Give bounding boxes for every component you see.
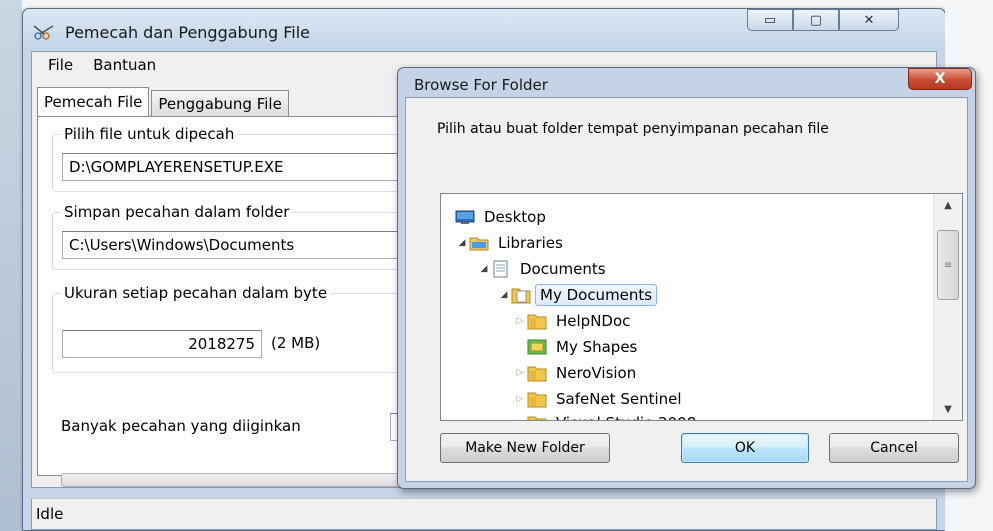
folder-icon (527, 314, 547, 330)
tree-label: Documents (520, 260, 606, 278)
tree-item-nerovision[interactable]: ▷ NeroVision (513, 360, 641, 386)
tab-pemecah-file[interactable]: Pemecah File (37, 87, 150, 116)
desktop-background (0, 0, 22, 531)
caption-buttons: ▭ ▢ ✕ (747, 9, 899, 33)
tree-item-visual-studio-2008[interactable]: ▷ Visual Studio 2008 (513, 410, 701, 420)
tree-label: Desktop (484, 208, 546, 226)
scissors-app-icon (33, 25, 54, 40)
browse-folder-dialog: Browse For Folder X Pilih atau buat fold… (397, 67, 976, 489)
main-titlebar[interactable]: Pemecah dan Penggabung File ▭ ▢ ✕ (23, 9, 945, 51)
dialog-description: Pilih atau buat folder tempat penyimpana… (437, 121, 829, 137)
tree-item-my-shapes[interactable]: My Shapes (527, 334, 642, 360)
maximize-button[interactable]: ▢ (793, 9, 839, 31)
chunk-size-unit: (2 MB) (271, 334, 321, 352)
tree-label: HelpNDoc (556, 312, 631, 330)
pick-file-legend: Pilih file untuk dipecah (61, 124, 238, 144)
menu-bantuan[interactable]: Bantuan (83, 56, 166, 74)
folder-tree[interactable]: Desktop ◢ Libraries ◢ Documents ◢ My Doc… (440, 193, 963, 421)
documents-icon (493, 260, 508, 278)
tab-strip: Pemecah File Penggabung File (37, 87, 291, 116)
close-button[interactable]: ✕ (839, 9, 899, 31)
make-new-folder-button[interactable]: Make New Folder (440, 433, 610, 463)
tree-label: Visual Studio 2008 (551, 412, 701, 420)
tree-item-safenet-sentinel[interactable]: ▷ SafeNet Sentinel (513, 386, 687, 412)
collapsed-arrow-icon[interactable]: ▷ (513, 368, 527, 378)
expanded-arrow-icon[interactable]: ◢ (497, 290, 511, 300)
minimize-button[interactable]: ▭ (747, 9, 793, 31)
chunk-size-group: Ukuran setiap pecahan dalam byte 2018275… (52, 283, 422, 373)
tree-label: Libraries (498, 234, 563, 252)
my-documents-icon (511, 288, 531, 304)
scroll-down-arrow-icon[interactable]: ▼ (934, 398, 962, 420)
tree-item-helpndoc[interactable]: ▷ HelpNDoc (513, 308, 635, 334)
folder-icon (527, 366, 547, 382)
tree-item-my-documents[interactable]: ◢ My Documents (497, 282, 658, 308)
tab-penggabung-file[interactable]: Penggabung File (151, 90, 289, 116)
cancel-button[interactable]: Cancel (829, 433, 959, 463)
window-title: Pemecah dan Penggabung File (65, 23, 310, 42)
tree-label: My Shapes (556, 338, 638, 356)
save-folder-legend: Simpan pecahan dalam folder (61, 202, 293, 222)
save-folder-input[interactable]: C:\Users\Windows\Documents (62, 231, 420, 259)
folder-icon (527, 416, 547, 420)
tree-label: NeroVision (556, 364, 637, 382)
collapsed-arrow-icon[interactable]: ▷ (513, 316, 527, 326)
chunk-size-legend: Ukuran setiap pecahan dalam byte (61, 283, 331, 303)
libraries-icon (469, 237, 489, 251)
progress-bar (61, 473, 409, 487)
ok-button[interactable]: OK (681, 433, 809, 463)
tree-item-documents[interactable]: ◢ Documents (477, 256, 611, 282)
dialog-client-area: Pilih atau buat folder tempat penyimpana… (405, 97, 968, 482)
collapsed-arrow-icon[interactable]: ▷ (513, 418, 527, 420)
scroll-up-arrow-icon[interactable]: ▲ (934, 194, 962, 216)
chunk-size-input[interactable]: 2018275 (62, 330, 262, 358)
status-text: Idle (36, 505, 64, 523)
menu-file[interactable]: File (38, 56, 83, 74)
source-file-input[interactable]: D:\GOMPLAYERENSETUP.EXE (62, 153, 420, 181)
collapsed-arrow-icon[interactable]: ▷ (513, 394, 527, 404)
shapes-folder-icon (527, 339, 547, 355)
expanded-arrow-icon[interactable]: ◢ (477, 264, 491, 274)
status-bar: Idle (31, 498, 937, 530)
dialog-close-button[interactable]: X (908, 68, 972, 90)
scrollbar-thumb[interactable]: ≡ (937, 230, 959, 300)
desktop-icon (455, 210, 475, 224)
expanded-arrow-icon[interactable]: ◢ (455, 238, 469, 248)
tree-item-desktop[interactable]: Desktop (455, 204, 551, 230)
pieces-label: Banyak pecahan yang diiginkan (61, 417, 301, 435)
folder-icon (527, 392, 547, 408)
dialog-title: Browse For Folder (414, 76, 548, 94)
tree-item-libraries[interactable]: ◢ Libraries (455, 230, 568, 256)
pick-file-group: Pilih file untuk dipecah D:\GOMPLAYERENS… (52, 124, 422, 192)
save-folder-group: Simpan pecahan dalam folder C:\Users\Win… (52, 202, 422, 270)
tree-scrollbar[interactable]: ▲ ≡ ▼ (933, 194, 962, 420)
tree-label: SafeNet Sentinel (556, 390, 682, 408)
tree-label: My Documents (535, 284, 658, 306)
